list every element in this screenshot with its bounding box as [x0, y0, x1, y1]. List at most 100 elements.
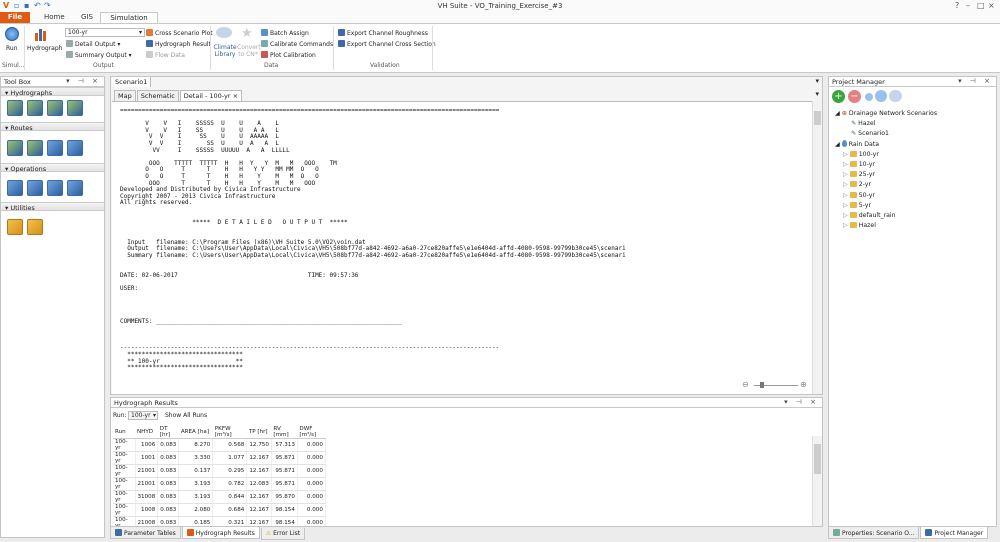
route-tool-icon[interactable]: [27, 140, 43, 156]
tree-item-scenarios[interactable]: ◢ ⊕ Drainage Network Scenarios: [835, 109, 995, 119]
tree-item-scenario[interactable]: ✎ Scenario1: [835, 129, 995, 139]
run-select[interactable]: 100-yr ▾: [128, 411, 158, 420]
close-icon[interactable]: ×: [233, 92, 238, 100]
export-cross-section-button[interactable]: Export Channel Cross Section: [338, 40, 436, 48]
add-icon[interactable]: +: [832, 90, 845, 103]
expand-icon[interactable]: ▷: [843, 171, 848, 178]
download-icon[interactable]: [7, 219, 23, 235]
save-icon[interactable]: ▪: [24, 1, 29, 10]
hydrograph-tool-icon[interactable]: [47, 100, 63, 116]
panel-controls[interactable]: ▾ ⊣ ×: [784, 398, 819, 406]
tab-project-manager[interactable]: Project Manager: [920, 527, 989, 539]
detail-output-button[interactable]: Detail Output ▾: [66, 40, 120, 48]
hydrograph-tool-icon[interactable]: [67, 100, 83, 116]
export-roughness-button[interactable]: Export Channel Roughness: [338, 29, 428, 37]
table-row[interactable]: 100-yr 31008 0.083 3.193 0.844 12.167 95.870 0.…: [113, 490, 326, 504]
remove-icon[interactable]: −: [848, 90, 861, 103]
cloud-icon[interactable]: [216, 27, 232, 38]
route-tool-icon[interactable]: [67, 140, 83, 156]
zoom-slider[interactable]: ⊖ ⊕: [742, 380, 807, 390]
section-utilities[interactable]: ▾ Utilities: [1, 202, 104, 212]
column-header[interactable]: Run: [113, 426, 135, 439]
operation-tool-icon[interactable]: [67, 180, 83, 196]
summary-output-button[interactable]: Summary Output ▾: [66, 51, 132, 59]
tab-properties[interactable]: Properties: Scenario O...: [828, 527, 920, 539]
tab-schematic[interactable]: Schematic: [136, 90, 179, 101]
zoom-out-icon[interactable]: ⊖: [742, 380, 749, 389]
column-header[interactable]: PKFW [m³/s]: [212, 426, 247, 439]
tab-map[interactable]: Map: [114, 90, 136, 101]
operation-tool-icon[interactable]: [7, 180, 23, 196]
maximize-button[interactable]: □: [977, 1, 985, 10]
tab-scenario1[interactable]: Scenario1: [112, 77, 152, 87]
climate-library-button[interactable]: Climate Library: [213, 44, 237, 58]
table-row[interactable]: 100-yr 1008 0.083 2.080 0.684 12.167 98.154 0.0…: [113, 503, 326, 517]
table-row[interactable]: 100-yr 21001 0.083 0.137 0.295 12.167 95.871 0.…: [113, 464, 326, 478]
hydrograph-button[interactable]: Hydrograph: [27, 45, 62, 52]
expand-icon[interactable]: ▷: [843, 212, 848, 219]
results-scrollbar[interactable]: [812, 436, 822, 526]
show-all-runs[interactable]: Show All Runs: [165, 412, 207, 419]
help-icon[interactable]: ?: [955, 1, 959, 10]
tab-home[interactable]: Home: [44, 13, 65, 21]
operation-tool-icon[interactable]: [47, 180, 63, 196]
new-file-icon[interactable]: ▫: [14, 1, 19, 10]
column-header[interactable]: RV [mm]: [271, 426, 298, 439]
expand-icon[interactable]: ▷: [843, 181, 848, 188]
chevron-down-icon[interactable]: ▾: [815, 77, 819, 85]
rain-cloud-icon[interactable]: [889, 90, 902, 102]
section-hydrographs[interactable]: ▾ Hydrographs: [1, 87, 104, 97]
tab-gis[interactable]: GIS: [81, 13, 93, 21]
section-operations[interactable]: ▾ Operations: [1, 163, 104, 173]
tab-file[interactable]: File: [0, 12, 30, 23]
convert-to-cn-button[interactable]: Convert to CN*: [237, 44, 261, 58]
tree-item-storm[interactable]: ▷ Hazel: [835, 221, 995, 231]
tree-item-storm[interactable]: ▷ 100-yr: [835, 150, 995, 160]
table-row[interactable]: 100-yr 21008 0.083 0.185 0.321 12.167 98.154 0.…: [113, 516, 326, 526]
minimize-button[interactable]: –: [966, 1, 970, 10]
expand-icon[interactable]: ▷: [843, 222, 848, 229]
panel-controls[interactable]: ▾ ⊣ ×: [66, 77, 101, 85]
run-button[interactable]: Run: [6, 45, 18, 52]
flow-data-button[interactable]: Flow Data: [146, 51, 185, 59]
run-icon[interactable]: [5, 27, 19, 41]
tab-hydrograph-results[interactable]: Hydrograph Results: [181, 527, 260, 539]
tree-item-storm[interactable]: ▷ 25-yr: [835, 170, 995, 180]
operation-tool-icon[interactable]: [27, 180, 43, 196]
expand-icon[interactable]: ▷: [843, 151, 848, 158]
vertical-scrollbar[interactable]: [812, 101, 822, 394]
hydrograph-result-button[interactable]: Hydrograph Result: [146, 40, 211, 48]
table-row[interactable]: 100-yr 1006 0.083 8.270 0.568 12.750 57.313 0.0…: [113, 438, 326, 452]
expand-icon[interactable]: ▷: [843, 161, 848, 168]
column-header[interactable]: AREA [ha]: [178, 426, 213, 439]
tree-item-storm[interactable]: ▷ default_rain: [835, 211, 995, 221]
route-tool-icon[interactable]: [7, 140, 23, 156]
column-header[interactable]: NHYD: [135, 426, 158, 439]
redo-icon[interactable]: ↷: [44, 1, 51, 10]
tree-item-storm[interactable]: ▷ 10-yr: [835, 160, 995, 170]
table-row[interactable]: 100-yr 21001 0.083 3.193 0.782 12.083 95.871 0.…: [113, 477, 326, 491]
route-tool-icon[interactable]: [47, 140, 63, 156]
undo-icon[interactable]: ↶: [34, 1, 41, 10]
tab-detail[interactable]: Detail - 100-yr ×: [179, 90, 243, 101]
expand-icon[interactable]: ▷: [843, 202, 848, 209]
tab-error-list[interactable]: ⚠ Error List: [260, 528, 306, 540]
column-header[interactable]: TP [hr]: [246, 426, 272, 439]
hydrograph-icon[interactable]: [35, 28, 49, 41]
tree-item-scenario[interactable]: ✎ Hazel: [835, 119, 995, 129]
tree-item-storm[interactable]: ▷ 2-yr: [835, 180, 995, 190]
column-header[interactable]: DT [hr]: [157, 426, 179, 439]
expand-icon[interactable]: ▷: [843, 192, 848, 199]
tree-item-storm[interactable]: ▷ 50-yr: [835, 191, 995, 201]
panel-controls[interactable]: ▾ ⊣ ×: [958, 77, 993, 85]
table-row[interactable]: 100-yr 1001 0.083 3.330 1.077 12.167 95.871 0.0…: [113, 451, 326, 465]
bubble-icon[interactable]: [865, 93, 873, 101]
tree-item-rain-data[interactable]: ◢ Rain Data: [835, 139, 995, 150]
bubble-icon[interactable]: [875, 90, 887, 102]
hydrograph-tool-icon[interactable]: [7, 100, 23, 116]
tree-item-storm[interactable]: ▷ 5-yr: [835, 201, 995, 211]
chevron-down-icon[interactable]: ▾: [815, 90, 819, 98]
storm-select[interactable]: 100-yr ▾: [65, 28, 145, 37]
calibrate-commands-button[interactable]: Calibrate Commands: [261, 40, 333, 48]
zoom-handle[interactable]: [760, 382, 764, 388]
